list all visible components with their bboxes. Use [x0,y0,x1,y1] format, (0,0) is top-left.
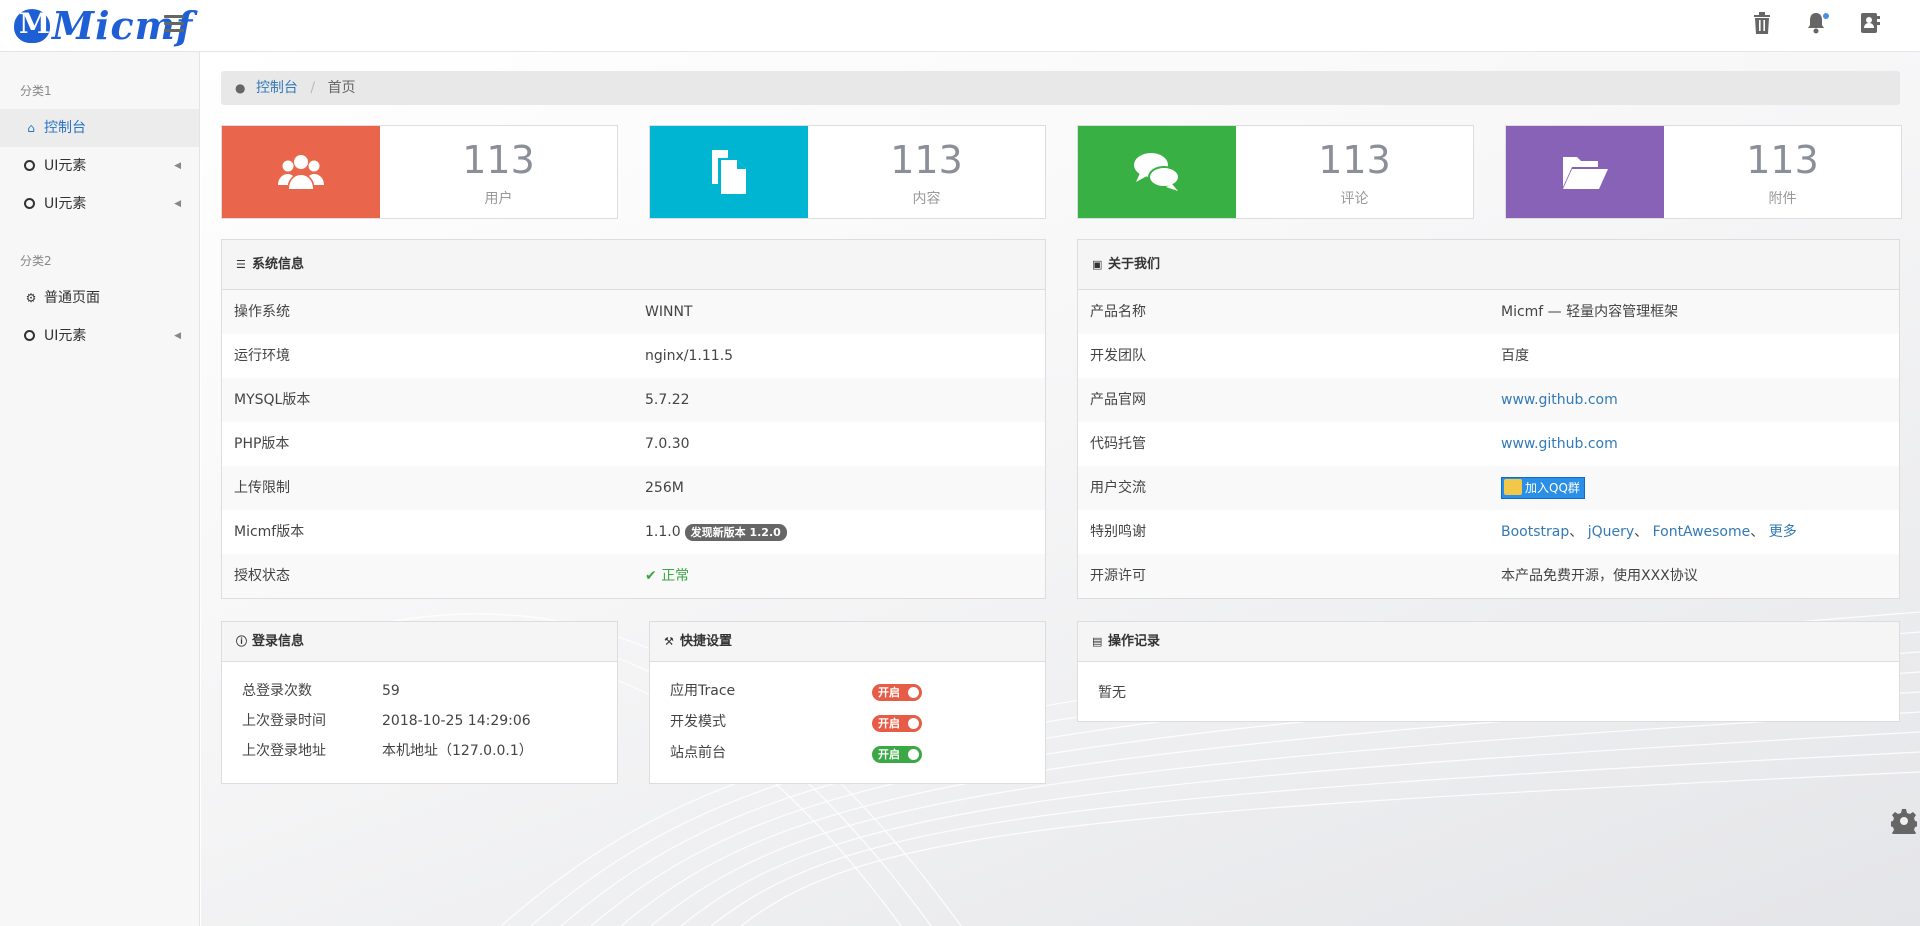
info-row: 上传限制 256M [222,466,1045,510]
top-header: Micmf [0,0,1920,52]
info-row: 开发团队 百度 [1090,348,1529,364]
wrench-icon: ⚒ [664,635,674,648]
sidebar-item-ui-elements-1[interactable]: UI元素 ◀ [0,147,199,185]
thanks-link-more[interactable]: 更多 [1769,524,1797,540]
setting-row: 应用Trace 开启 [650,676,1045,707]
thanks-link-fontawesome[interactable]: FontAwesome [1653,524,1751,540]
site-frontend-toggle[interactable]: 开启 [872,746,922,763]
users-icon [222,126,380,218]
stat-value: 113 [1318,138,1391,182]
info-row: 产品名称 Micmf — 轻量内容管理框架 [1078,290,1899,334]
login-row: 总登录次数 59 [242,683,400,699]
sidebar-item-ui-elements-3[interactable]: UI元素 ◀ [0,317,199,355]
caret-left-icon: ◀ [174,161,181,171]
panel-header: ▤ 操作记录 [1078,622,1899,662]
stat-value: 113 [462,138,535,182]
dev-mode-toggle[interactable]: 开启 [872,715,922,732]
info-row: 运行环境 nginx/1.11.5 [234,348,734,364]
code-hosting-link[interactable]: www.github.com [1501,422,1618,466]
thanks-link-jquery[interactable]: jQuery [1588,524,1634,540]
login-info-panel: ⓘ 登录信息 总登录次数 59 上次登录时间 2018-10-25 14:29:06 … [221,621,618,784]
info-row: 用户交流 加入QQ群 [1078,466,1899,510]
info-row: PHP版本 7.0.30 [234,436,690,452]
circle-icon [24,160,35,171]
join-qq-group-button[interactable]: 加入QQ群 [1501,477,1585,499]
info-row: 开源许可 本产品免费开源，使用XXX协议 [1078,554,1899,598]
thanks-link-bootstrap[interactable]: Bootstrap [1501,524,1569,540]
stat-card-attachments[interactable]: 113 附件 [1505,125,1902,219]
stat-value: 113 [1746,138,1819,182]
info-row: 授权状态 ✔ 正常 [222,554,1045,598]
sidebar-item-normal-page[interactable]: ⚙ 普通页面 [0,279,199,317]
info-row: Micmf版本 1.1.0 发现新版本 1.2.0 [222,510,1045,554]
login-row: 上次登录时间 2018-10-25 14:29:06 [242,713,531,729]
panel-header: ☰ 系统信息 [222,240,1045,290]
caret-left-icon: ◀ [174,199,181,209]
home-icon: ⌂ [27,121,35,135]
operation-log-empty: 暂无 [1098,685,1126,701]
comments-icon [1078,126,1236,218]
operation-log-panel: ▤ 操作记录 暂无 [1077,621,1900,722]
sidebar-category-1: 分类1 [20,84,52,98]
folder-open-icon [1506,126,1664,218]
documents-icon [650,126,808,218]
stat-label: 用户 [484,191,513,207]
gear-icon: ⚙ [25,291,37,305]
server-icon: ☰ [236,258,246,271]
setting-row: 开发模式 开启 [650,707,1045,738]
settings-gear-icon[interactable] [1889,808,1919,839]
stat-label: 评论 [1340,191,1369,207]
info-row: 产品官网 www.github.com [1078,378,1899,422]
circle-icon [24,198,35,209]
breadcrumb-separator: / [310,80,316,96]
breadcrumb-current: 首页 [327,80,356,96]
breadcrumb: ● 控制台 / 首页 [221,71,1900,105]
new-version-badge[interactable]: 发现新版本 1.2.0 [684,524,787,541]
sidebar-item-dashboard[interactable]: ⌂ 控制台 [0,109,199,147]
menu-toggle-icon[interactable] [164,15,184,33]
stat-card-comments[interactable]: 113 评论 [1077,125,1474,219]
circle-icon [24,330,35,341]
bell-icon[interactable] [1806,12,1829,36]
login-row: 上次登录地址 本机地址（127.0.0.1） [242,743,533,759]
main-content: ● 控制台 / 首页 113 用户 113 内容 113 评论 113 附件 ☰… [201,52,1920,926]
trash-icon[interactable] [1752,12,1772,36]
info-row: 特别鸣谢 Bootstrap、 jQuery、 FontAwesome、 更多 [1090,524,1797,540]
stat-label: 内容 [912,191,941,207]
setting-row: 站点前台 开启 [650,738,1045,769]
qq-group-icon [1504,479,1522,495]
notification-dot [1823,13,1829,19]
caret-left-icon: ◀ [174,331,181,341]
stat-label: 附件 [1768,191,1797,207]
sidebar-category-2: 分类2 [20,254,52,268]
contact-book-icon[interactable] [1860,12,1880,36]
info-row: 操作系统 WINNT [222,290,1045,334]
map-marker-icon: ● [235,81,246,95]
quick-settings-panel: ⚒ 快捷设置 应用Trace 开启 开发模式 开启 站点前台 开启 [649,621,1046,784]
briefcase-icon: ▣ [1092,258,1103,271]
about-us-panel: ▣ 关于我们 产品名称 Micmf — 轻量内容管理框架 开发团队 百度 产品官网 ww… [1077,239,1900,599]
panel-header: ▣ 关于我们 [1078,240,1899,290]
stat-card-content[interactable]: 113 内容 [649,125,1046,219]
check-icon: ✔ [645,568,657,584]
file-text-icon: ▤ [1092,635,1103,648]
panel-header: ⚒ 快捷设置 [650,622,1045,662]
official-site-link[interactable]: www.github.com [1501,378,1618,422]
stat-value: 113 [890,138,963,182]
sidebar: 分类1 ⌂ 控制台 UI元素 ◀ UI元素 ◀ 分类2 ⚙ 普通页面 UI元素 ◀ [0,52,200,926]
info-circle-icon: ⓘ [236,635,247,648]
info-row: 代码托管 www.github.com [1078,422,1899,466]
system-info-panel: ☰ 系统信息 操作系统 WINNT 运行环境 nginx/1.11.5 MYSQL版本… [221,239,1046,599]
breadcrumb-home-link[interactable]: 控制台 [256,80,298,96]
stat-card-users[interactable]: 113 用户 [221,125,618,219]
sidebar-item-ui-elements-2[interactable]: UI元素 ◀ [0,185,199,223]
trace-toggle[interactable]: 开启 [872,684,922,701]
info-row: MYSQL版本 5.7.22 [222,378,1045,422]
panel-header: ⓘ 登录信息 [222,622,617,662]
